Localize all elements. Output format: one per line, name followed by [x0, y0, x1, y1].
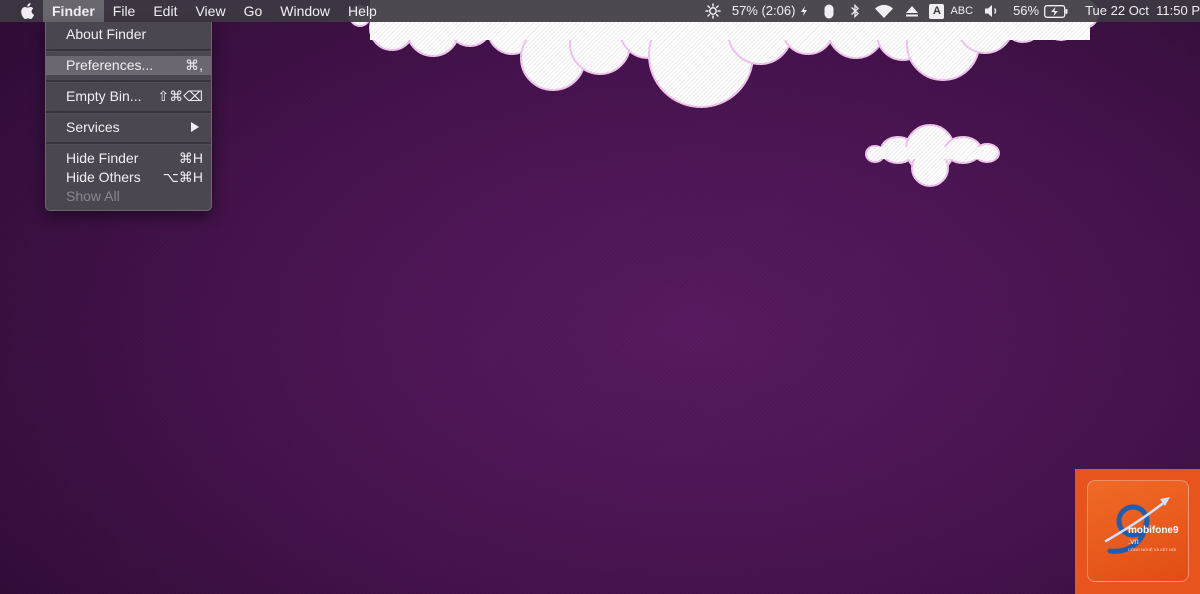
input-source-menu[interactable]: A ABC [929, 0, 973, 22]
watermark-brand-text: mobifone9 [1128, 525, 1179, 536]
menu-item-label: Hide Finder [66, 150, 139, 166]
clock-text: Tue 22 Oct 11:50 P [1085, 3, 1200, 18]
mouse-icon[interactable] [822, 0, 836, 22]
menu-item-shortcut: ⌘H [178, 150, 203, 166]
menu-item-hide-others[interactable]: Hide Others ⌥⌘H [46, 168, 211, 187]
menu-item-services[interactable]: Services [46, 118, 211, 137]
menu-edit[interactable]: Edit [144, 0, 186, 22]
battery-percent-text: 56% [1013, 3, 1040, 18]
brightness-icon[interactable] [704, 0, 722, 22]
menu-item-label: About Finder [66, 26, 147, 42]
menu-item-label: Hide Others [66, 169, 141, 185]
watermark-domain-text: .vn [1128, 537, 1139, 546]
finder-menu-dropdown: About Finder Preferences... ⌘, Empty Bin… [45, 22, 212, 211]
menu-item-label: Services [66, 119, 120, 135]
menu-item-shortcut: ⌘, [185, 57, 203, 73]
menu-item-label: Preferences... [66, 57, 154, 73]
menu-help[interactable]: Help [339, 0, 386, 22]
input-source-badge: A [929, 3, 945, 19]
menu-go[interactable]: Go [235, 0, 272, 22]
menu-separator [46, 80, 211, 83]
bluetooth-icon[interactable] [848, 0, 862, 22]
menu-item-preferences[interactable]: Preferences... ⌘, [46, 56, 211, 75]
menu-item-hide-finder[interactable]: Hide Finder ⌘H [46, 149, 211, 168]
wifi-icon[interactable] [874, 0, 894, 22]
chevron-right-icon [191, 118, 199, 137]
menu-separator [46, 142, 211, 145]
menu-item-empty-bin[interactable]: Empty Bin... ⇧⌘⌫ [46, 87, 211, 106]
menu-window[interactable]: Window [271, 0, 339, 22]
menu-file[interactable]: File [104, 0, 145, 22]
menu-bar: Finder File Edit View Go Window Help 57%… [0, 0, 1200, 22]
apple-menu-button[interactable] [16, 0, 38, 22]
eject-icon[interactable] [905, 0, 919, 22]
watermark-logo: mobifone9 .vn CÔNG NGHỆ VÀ KẾT NỐI [1075, 469, 1200, 594]
menu-separator [46, 111, 211, 114]
menu-item-label: Show All [66, 188, 120, 204]
battery-time-status[interactable]: 57% (2:06) [732, 0, 811, 22]
watermark-tagline-text: CÔNG NGHỆ VÀ KẾT NỐI [1128, 547, 1177, 552]
menu-item-label: Empty Bin... [66, 88, 142, 104]
volume-icon[interactable] [983, 0, 1001, 22]
menu-finder[interactable]: Finder [43, 0, 104, 22]
menu-view[interactable]: View [186, 0, 234, 22]
battery-time-text: 57% (2:06) [731, 3, 796, 18]
menu-item-show-all: Show All [46, 187, 211, 206]
bolt-icon [798, 0, 810, 22]
input-source-label: ABC [950, 5, 974, 17]
menu-item-shortcut: ⇧⌘⌫ [157, 88, 203, 104]
watermark-badge: mobifone9 .vn CÔNG NGHỆ VÀ KẾT NỐI [1087, 480, 1189, 582]
battery-charging-icon [1043, 0, 1069, 22]
menu-separator [46, 49, 211, 52]
status-area: 57% (2:06) A ABC 56% Tue 22 Oct 11:50 P [704, 0, 1200, 22]
clock[interactable]: Tue 22 Oct 11:50 P [1085, 0, 1200, 22]
menu-item-about-finder[interactable]: About Finder [46, 25, 211, 44]
apple-logo-icon [21, 3, 34, 19]
menu-item-shortcut: ⌥⌘H [162, 169, 203, 185]
battery-status[interactable]: 56% [1013, 0, 1069, 22]
